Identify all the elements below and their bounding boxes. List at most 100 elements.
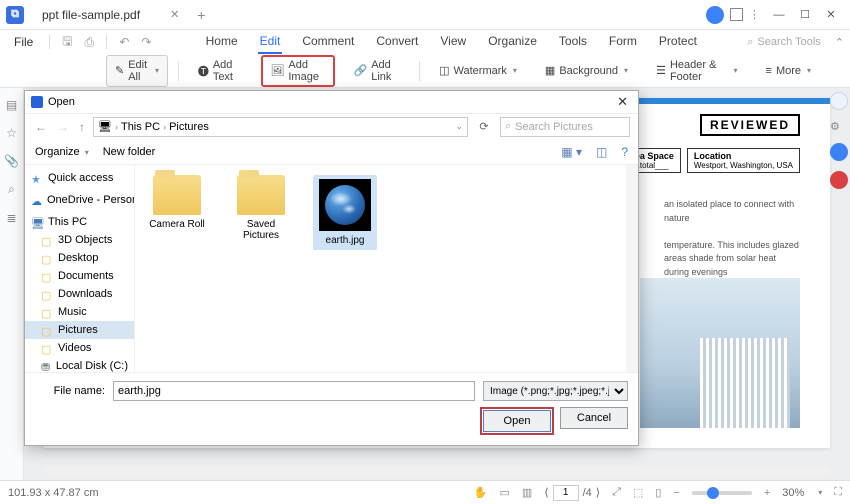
extra-icon[interactable] — [830, 171, 848, 189]
minimize-icon[interactable]: — — [766, 4, 792, 26]
close-window-icon[interactable]: ✕ — [818, 4, 844, 26]
redo-icon[interactable]: ↷ — [137, 34, 155, 50]
watermark-icon: ◫ — [439, 64, 449, 77]
layers-icon[interactable]: ≣ — [6, 211, 16, 225]
fit-width-icon[interactable]: ⤢ — [612, 486, 621, 499]
prev-page-icon[interactable]: ⟨ — [544, 486, 548, 499]
fit-page-icon[interactable]: ⬚ — [633, 486, 643, 499]
dialog-icon — [31, 96, 43, 108]
header-footer-button[interactable]: ☰ Header & Footer ▾ — [647, 55, 746, 87]
maximize-icon[interactable]: ☐ — [792, 4, 818, 26]
nav-tree[interactable]: ★Quick access ☁OneDrive - Person 🖥This P… — [25, 165, 135, 372]
image-file-item[interactable]: earth.jpg — [313, 175, 377, 250]
file-menu[interactable]: File — [6, 33, 41, 51]
search-tools[interactable]: ⌕ Search Tools — [747, 36, 821, 49]
add-image-button[interactable]: 🖼 Add Image — [261, 55, 334, 87]
undo-icon[interactable]: ↶ — [115, 34, 133, 50]
window-titlebar: ⧉ ppt file-sample.pdf ✕ + ⋮ — ☐ ✕ — [0, 0, 850, 30]
breadcrumb[interactable]: 🖥› This PC› Pictures ⌄ — [93, 117, 468, 137]
cancel-button[interactable]: Cancel — [560, 407, 628, 429]
chevron-down-icon[interactable]: ⌄ — [455, 121, 463, 132]
page-number-input[interactable] — [553, 485, 579, 501]
nav-forward-icon[interactable]: → — [55, 120, 71, 134]
file-list[interactable]: Camera Roll Saved Pictures earth.jpg — [135, 165, 638, 372]
background-icon: ▦ — [545, 64, 555, 77]
main-tabs: Home Edit Comment Convert View Organize … — [159, 30, 743, 54]
bookmarks-icon[interactable]: ☆ — [6, 126, 17, 140]
dialog-close-icon[interactable]: ✕ — [613, 94, 632, 110]
watermark-button[interactable]: ◫ Watermark ▾ — [430, 60, 526, 81]
tab-organize[interactable]: Organize — [486, 30, 539, 54]
view-mode-icon[interactable]: ▦ ▾ — [561, 145, 582, 159]
document-tab[interactable]: ppt file-sample.pdf ✕ — [32, 4, 189, 26]
page-navigator[interactable]: ⟨ /4 ⟩ — [544, 485, 600, 501]
filetype-select[interactable]: Image (*.png;*.jpg;*.jpeg;*.jpe;* — [483, 381, 628, 401]
read-mode-icon[interactable]: ▥ — [522, 486, 532, 499]
attachments-icon[interactable]: 📎 — [4, 154, 19, 168]
edit-all-button[interactable]: ✎ Edit All ▾ — [106, 55, 168, 87]
help-icon[interactable]: ? — [621, 145, 628, 159]
filename-label: File name: — [35, 385, 105, 397]
background-button[interactable]: ▦ Background ▾ — [536, 60, 637, 81]
single-page-icon[interactable]: ▯ — [655, 486, 661, 499]
print-icon[interactable]: ⎙ — [80, 34, 98, 50]
filename-input[interactable] — [113, 381, 475, 401]
nav-back-icon[interactable]: ← — [33, 120, 49, 134]
tab-tools[interactable]: Tools — [557, 30, 589, 54]
folder-item[interactable]: Saved Pictures — [229, 175, 293, 241]
window-tool-icon[interactable] — [730, 8, 743, 21]
zoom-out-icon[interactable]: − — [673, 487, 679, 499]
add-text-button[interactable]: 🅣 Add Text — [189, 55, 252, 87]
nav-up-icon[interactable]: ↑ — [77, 120, 87, 134]
properties-icon[interactable] — [830, 92, 848, 110]
header-footer-icon: ☰ — [656, 64, 666, 77]
new-folder-button[interactable]: New folder — [103, 146, 156, 158]
next-page-icon[interactable]: ⟩ — [596, 486, 600, 499]
open-button[interactable]: Open — [483, 410, 551, 432]
chevron-down-icon: ▾ — [734, 66, 738, 75]
dialog-title: Open — [48, 96, 75, 108]
add-link-button[interactable]: 🔗 Add Link — [345, 55, 410, 87]
close-tab-icon[interactable]: ✕ — [170, 8, 179, 21]
right-sidebar: ⚙ — [830, 92, 848, 189]
hand-tool-icon[interactable]: ✋ — [474, 486, 488, 499]
tab-edit[interactable]: Edit — [258, 30, 283, 54]
user-avatar[interactable] — [706, 6, 724, 24]
tab-view[interactable]: View — [438, 30, 468, 54]
cursor-position: 101.93 x 47.87 cm — [8, 487, 99, 499]
pc-icon: 🖥 — [98, 120, 112, 133]
app-icon: ⧉ — [6, 6, 24, 24]
chevron-down-icon: ▾ — [155, 66, 159, 75]
thumbnails-icon[interactable]: ▤ — [6, 98, 17, 112]
tab-title: ppt file-sample.pdf — [42, 8, 140, 22]
search-input[interactable]: ⌕ Search Pictures — [500, 117, 630, 137]
ai-icon[interactable] — [830, 143, 848, 161]
refresh-icon[interactable]: ⟳ — [474, 120, 494, 133]
select-tool-icon[interactable]: ▭ — [500, 486, 510, 499]
settings-icon[interactable]: ⚙ — [830, 120, 848, 133]
tab-home[interactable]: Home — [204, 30, 240, 54]
tab-protect[interactable]: Protect — [657, 30, 699, 54]
new-tab-button[interactable]: + — [197, 7, 205, 23]
preview-pane-icon[interactable]: ◫ — [596, 145, 607, 159]
more-button[interactable]: ≡ More ▾ — [757, 61, 821, 81]
organize-menu[interactable]: Organize ▾ — [35, 146, 89, 158]
search-panel-icon[interactable]: ⌕ — [8, 182, 15, 197]
collapse-ribbon-icon[interactable]: ⌃ — [835, 36, 844, 49]
tab-convert[interactable]: Convert — [374, 30, 420, 54]
tab-form[interactable]: Form — [607, 30, 639, 54]
zoom-in-icon[interactable]: + — [764, 487, 770, 499]
chevron-down-icon: ▾ — [807, 66, 811, 75]
folder-item[interactable]: Camera Roll — [145, 175, 209, 230]
text-icon: 🅣 — [198, 63, 209, 79]
more-menu-icon[interactable]: ⋮ — [749, 8, 760, 21]
fullscreen-icon[interactable]: ⛶ — [834, 486, 842, 499]
horizontal-scrollbar[interactable] — [44, 466, 830, 476]
pencil-icon: ✎ — [115, 64, 124, 77]
save-icon[interactable]: 🖫 — [58, 34, 76, 50]
search-icon: ⌕ — [505, 120, 511, 133]
zoom-slider[interactable] — [692, 491, 752, 495]
folder-icon — [153, 175, 201, 215]
tab-comment[interactable]: Comment — [300, 30, 356, 54]
menu-bar: File 🖫 ⎙ ↶ ↷ Home Edit Comment Convert V… — [0, 30, 850, 54]
